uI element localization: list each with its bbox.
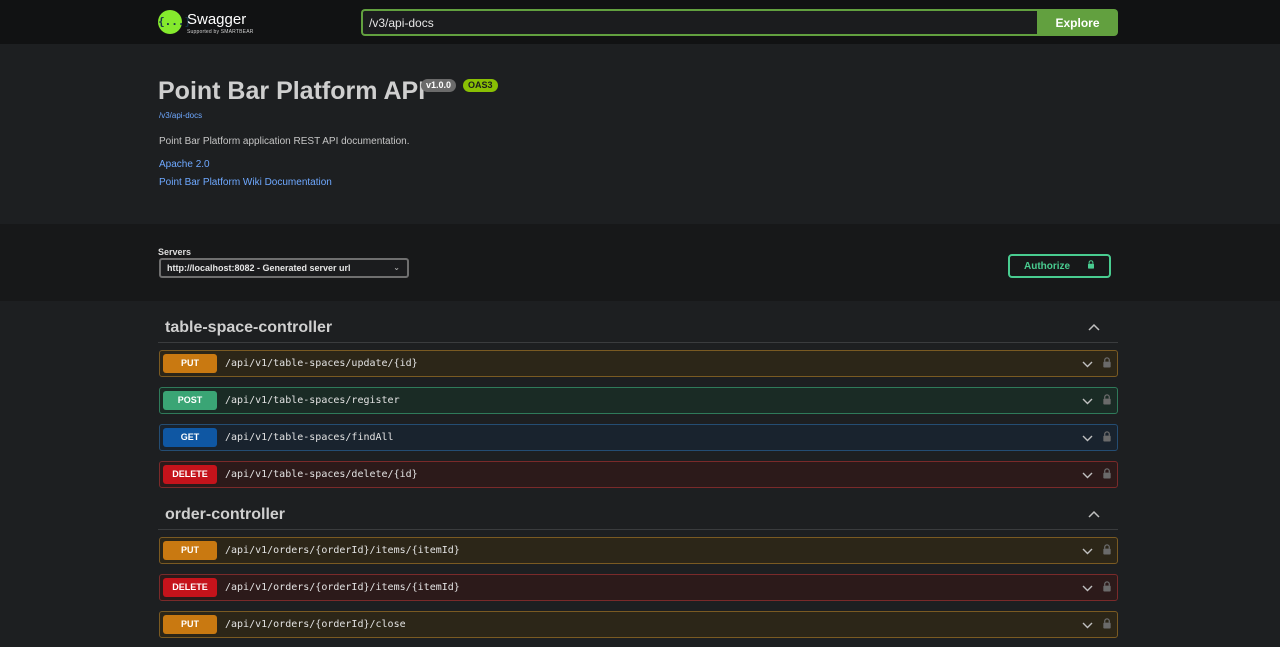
swagger-logo-icon: {...} (158, 10, 191, 34)
operation-path: /api/v1/orders/{orderId}/items/{itemId} (225, 545, 460, 556)
server-select[interactable]: http://localhost:8082 - Generated server… (159, 258, 409, 278)
chevron-down-icon: ⌄ (393, 263, 400, 272)
method-badge: DELETE (163, 578, 217, 597)
chevron-up-icon[interactable] (1088, 323, 1100, 331)
section-divider (158, 342, 1118, 343)
lock-icon[interactable] (1102, 431, 1112, 442)
lock-icon (1088, 260, 1094, 269)
section-divider (158, 529, 1118, 530)
wiki-link[interactable]: Point Bar Platform Wiki Documentation (159, 177, 332, 188)
server-select-value: http://localhost:8082 - Generated server… (167, 263, 351, 273)
operation-row[interactable]: PUT /api/v1/table-spaces/update/{id} (159, 350, 1118, 377)
version-badge: v1.0.0 (421, 79, 457, 92)
operation-path: /api/v1/table-spaces/findAll (225, 432, 394, 443)
section-title-order-controller[interactable]: order-controller (165, 506, 285, 524)
chevron-down-icon[interactable] (1082, 435, 1093, 442)
lock-icon[interactable] (1102, 544, 1112, 555)
explore-button[interactable]: Explore (1037, 9, 1118, 36)
operation-row[interactable]: PUT /api/v1/orders/{orderId}/close (159, 611, 1118, 638)
method-badge: DELETE (163, 465, 217, 484)
top-bar: {...} Swagger Supported by SMARTBEAR Exp… (0, 0, 1280, 44)
api-description: Point Bar Platform application REST API … (159, 136, 410, 147)
chevron-down-icon[interactable] (1082, 622, 1093, 629)
method-badge: PUT (163, 541, 217, 560)
section-title-table-space-controller[interactable]: table-space-controller (165, 319, 332, 337)
chevron-down-icon[interactable] (1082, 585, 1093, 592)
operation-row[interactable]: DELETE /api/v1/table-spaces/delete/{id} (159, 461, 1118, 488)
operation-row[interactable]: DELETE /api/v1/orders/{orderId}/items/{i… (159, 574, 1118, 601)
operation-path: /api/v1/table-spaces/update/{id} (225, 358, 418, 369)
servers-label: Servers (158, 247, 192, 257)
api-title: Point Bar Platform API (158, 77, 426, 105)
chevron-up-icon[interactable] (1088, 510, 1100, 518)
method-badge: PUT (163, 354, 217, 373)
spec-url-input[interactable] (361, 9, 1037, 36)
oas-badge: OAS3 (463, 79, 498, 92)
spec-link[interactable]: /v3/api-docs (159, 111, 202, 120)
swagger-logo[interactable]: {...} Swagger Supported by SMARTBEAR (158, 8, 278, 38)
license-link[interactable]: Apache 2.0 (159, 159, 210, 170)
lock-icon[interactable] (1102, 468, 1112, 479)
operation-path: /api/v1/table-spaces/register (225, 395, 400, 406)
operation-row[interactable]: PUT /api/v1/orders/{orderId}/items/{item… (159, 537, 1118, 564)
method-badge: POST (163, 391, 217, 410)
operation-path: /api/v1/table-spaces/delete/{id} (225, 469, 418, 480)
lock-icon[interactable] (1102, 394, 1112, 405)
method-badge: GET (163, 428, 217, 447)
operation-path: /api/v1/orders/{orderId}/items/{itemId} (225, 582, 460, 593)
chevron-down-icon[interactable] (1082, 361, 1093, 368)
operation-row[interactable]: POST /api/v1/table-spaces/register (159, 387, 1118, 414)
lock-icon[interactable] (1102, 581, 1112, 592)
lock-icon[interactable] (1102, 618, 1112, 629)
logo-name: Swagger (187, 11, 247, 28)
operation-row[interactable]: GET /api/v1/table-spaces/findAll (159, 424, 1118, 451)
lock-icon[interactable] (1102, 357, 1112, 368)
authorize-label: Authorize (1024, 261, 1071, 272)
operation-path: /api/v1/orders/{orderId}/close (225, 619, 406, 630)
info-section (0, 44, 1280, 224)
method-badge: PUT (163, 615, 217, 634)
chevron-down-icon[interactable] (1082, 398, 1093, 405)
authorize-button[interactable]: Authorize (1008, 254, 1111, 278)
chevron-down-icon[interactable] (1082, 472, 1093, 479)
logo-subtitle: Supported by SMARTBEAR (187, 29, 254, 35)
chevron-down-icon[interactable] (1082, 548, 1093, 555)
